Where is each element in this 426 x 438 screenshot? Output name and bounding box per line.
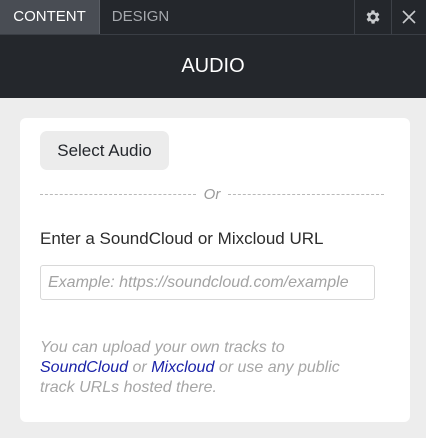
help-text-part: or xyxy=(132,359,147,376)
select-audio-button[interactable]: Select Audio xyxy=(40,131,169,170)
or-label: Or xyxy=(203,185,221,203)
dashed-line xyxy=(228,193,385,195)
audio-settings-card: Select Audio Or Enter a SoundCloud or Mi… xyxy=(20,118,410,422)
gear-icon xyxy=(366,10,380,24)
tab-design[interactable]: DESIGN xyxy=(101,0,180,34)
soundcloud-link[interactable]: SoundCloud xyxy=(40,359,128,376)
tab-content[interactable]: CONTENT xyxy=(0,0,100,34)
dashed-line xyxy=(40,193,196,195)
mixcloud-link[interactable]: Mixcloud xyxy=(151,359,214,376)
help-text: You can upload your own tracks to SoundC… xyxy=(40,338,370,398)
panel-title: AUDIO xyxy=(0,35,426,98)
url-field-label: Enter a SoundCloud or Mixcloud URL xyxy=(40,229,324,248)
close-button[interactable] xyxy=(392,0,426,34)
url-input[interactable] xyxy=(40,265,375,300)
help-text-part: You can upload your own tracks to xyxy=(40,339,285,356)
tab-bar: CONTENT DESIGN xyxy=(0,0,426,35)
settings-button[interactable] xyxy=(355,0,391,34)
close-icon xyxy=(402,10,416,24)
or-separator: Or xyxy=(40,185,385,203)
